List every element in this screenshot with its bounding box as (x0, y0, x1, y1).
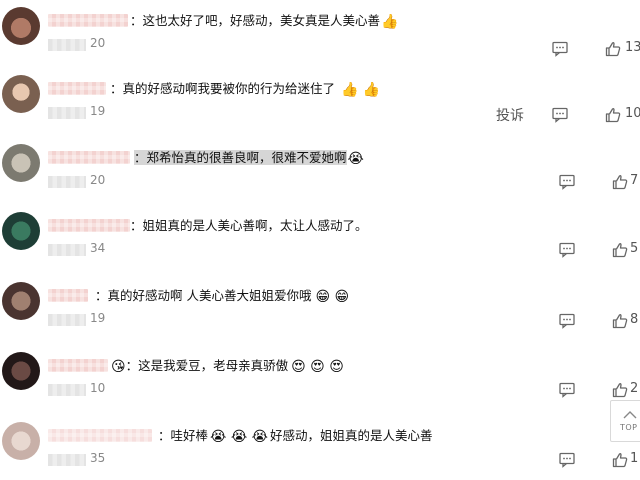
list-item: ：这也太好了吧，好感动，美女真是人美心善👍 20 13 (0, 5, 640, 75)
username-blurred[interactable] (48, 14, 128, 27)
date-blurred (48, 314, 86, 326)
date-suffix: 20 (90, 36, 106, 50)
comment-bubble-icon[interactable] (551, 106, 569, 124)
heart-eyes-emoji-icon: 😍 😍 😍 (291, 359, 344, 375)
date-suffix: 19 (90, 311, 106, 325)
thumbs-up-icon[interactable] (611, 312, 629, 330)
date-blurred (48, 107, 86, 119)
like-count: 13 (625, 40, 640, 55)
username-blurred[interactable] (48, 151, 130, 164)
thumbs-up-icon[interactable] (611, 173, 629, 191)
date-suffix: 34 (90, 241, 106, 255)
username-blurred[interactable] (48, 359, 108, 372)
comment-bubble-icon[interactable] (558, 312, 576, 330)
avatar[interactable] (2, 212, 40, 250)
avatar[interactable] (2, 282, 40, 320)
list-item: ：真的好感动啊 人美心善大姐姐爱你哦 😁 😁 19 8 (0, 280, 640, 350)
loudly-crying-emoji-icon: 😭 😭 😭 (210, 429, 268, 445)
avatar[interactable] (2, 352, 40, 390)
comment-text: ：这也太好了吧，好感动，美女真是人美心善👍 (130, 13, 399, 30)
list-item: ：哇好棒 😭 😭 😭 好感动，姐姐真的是人美心善 35 1 (0, 420, 640, 480)
thumbs-up-icon[interactable] (611, 451, 629, 469)
comment-text: ：真的好感动啊我要被你的行为给迷住了 👍 👍 (110, 81, 381, 98)
date-suffix: 10 (90, 381, 106, 395)
thumbs-up-icon[interactable] (611, 241, 629, 259)
comment-text: ：郑希怡真的很善良啊，很难不爱她啊😭 (134, 150, 364, 167)
like-count: 8 (630, 312, 639, 327)
avatar[interactable] (2, 422, 40, 460)
like-count: 1 (630, 451, 639, 466)
kiss-emoji-icon: 😘 (111, 359, 126, 375)
comment-list: ：这也太好了吧，好感动，美女真是人美心善👍 20 13 ：真的好感动啊我要被你的… (0, 0, 640, 480)
comment-text: ：姐姐真的是人美心善啊，太让人感动了。 (130, 218, 368, 233)
date-blurred (48, 39, 86, 51)
crying-emoji-icon: 😭 (347, 151, 364, 167)
comment-bubble-icon[interactable] (558, 173, 576, 191)
date-blurred (48, 244, 86, 256)
list-item: ：真的好感动啊我要被你的行为给迷住了 👍 👍 19 10 (0, 73, 640, 143)
like-count: 10 (625, 106, 640, 121)
thumbs-up-icon[interactable] (611, 381, 629, 399)
like-count: 5 (630, 241, 639, 256)
like-count: 7 (630, 173, 639, 188)
thumbs-up-icon[interactable] (604, 106, 622, 124)
date-blurred (48, 454, 86, 466)
like-count: 2 (630, 381, 639, 396)
username-blurred[interactable] (48, 82, 106, 95)
avatar[interactable] (2, 75, 40, 113)
username-blurred[interactable] (48, 219, 130, 232)
date-suffix: 20 (90, 173, 106, 187)
avatar[interactable] (2, 144, 40, 182)
comment-bubble-icon[interactable] (558, 381, 576, 399)
date-suffix: 19 (90, 104, 106, 118)
list-item: ：郑希怡真的很善良啊，很难不爱她啊😭 20 7 (0, 142, 640, 212)
username-blurred[interactable] (48, 429, 152, 442)
list-item: 😘：这是我爱豆，老母亲真骄傲 😍 😍 😍 10 2 (0, 350, 640, 420)
thumbs-up-emoji-icon: 👍 👍 (341, 82, 381, 98)
scroll-to-top-button[interactable]: TOP (610, 400, 640, 442)
list-item: ：姐姐真的是人美心善啊，太让人感动了。 34 5 (0, 210, 640, 280)
comment-bubble-icon[interactable] (558, 241, 576, 259)
report-button[interactable]: 投诉 (496, 105, 524, 125)
comment-text: ：真的好感动啊 人美心善大姐姐爱你哦 😁 😁 (95, 288, 350, 305)
date-blurred (48, 176, 86, 188)
arrow-up-icon (623, 411, 637, 419)
comment-bubble-icon[interactable] (558, 451, 576, 469)
thumbs-up-icon[interactable] (604, 40, 622, 58)
username-blurred[interactable] (48, 289, 88, 302)
comment-text: 😘：这是我爱豆，老母亲真骄傲 😍 😍 😍 (111, 358, 344, 375)
date-blurred (48, 384, 86, 396)
scroll-to-top-label: TOP (620, 423, 638, 432)
date-suffix: 35 (90, 451, 106, 465)
avatar[interactable] (2, 7, 40, 45)
thumbs-up-emoji-icon: 👍 (381, 14, 399, 30)
comment-text: ：哇好棒 😭 😭 😭 好感动，姐姐真的是人美心善 (158, 428, 433, 445)
comment-bubble-icon[interactable] (551, 40, 569, 58)
grinning-emoji-icon: 😁 😁 (315, 289, 350, 305)
